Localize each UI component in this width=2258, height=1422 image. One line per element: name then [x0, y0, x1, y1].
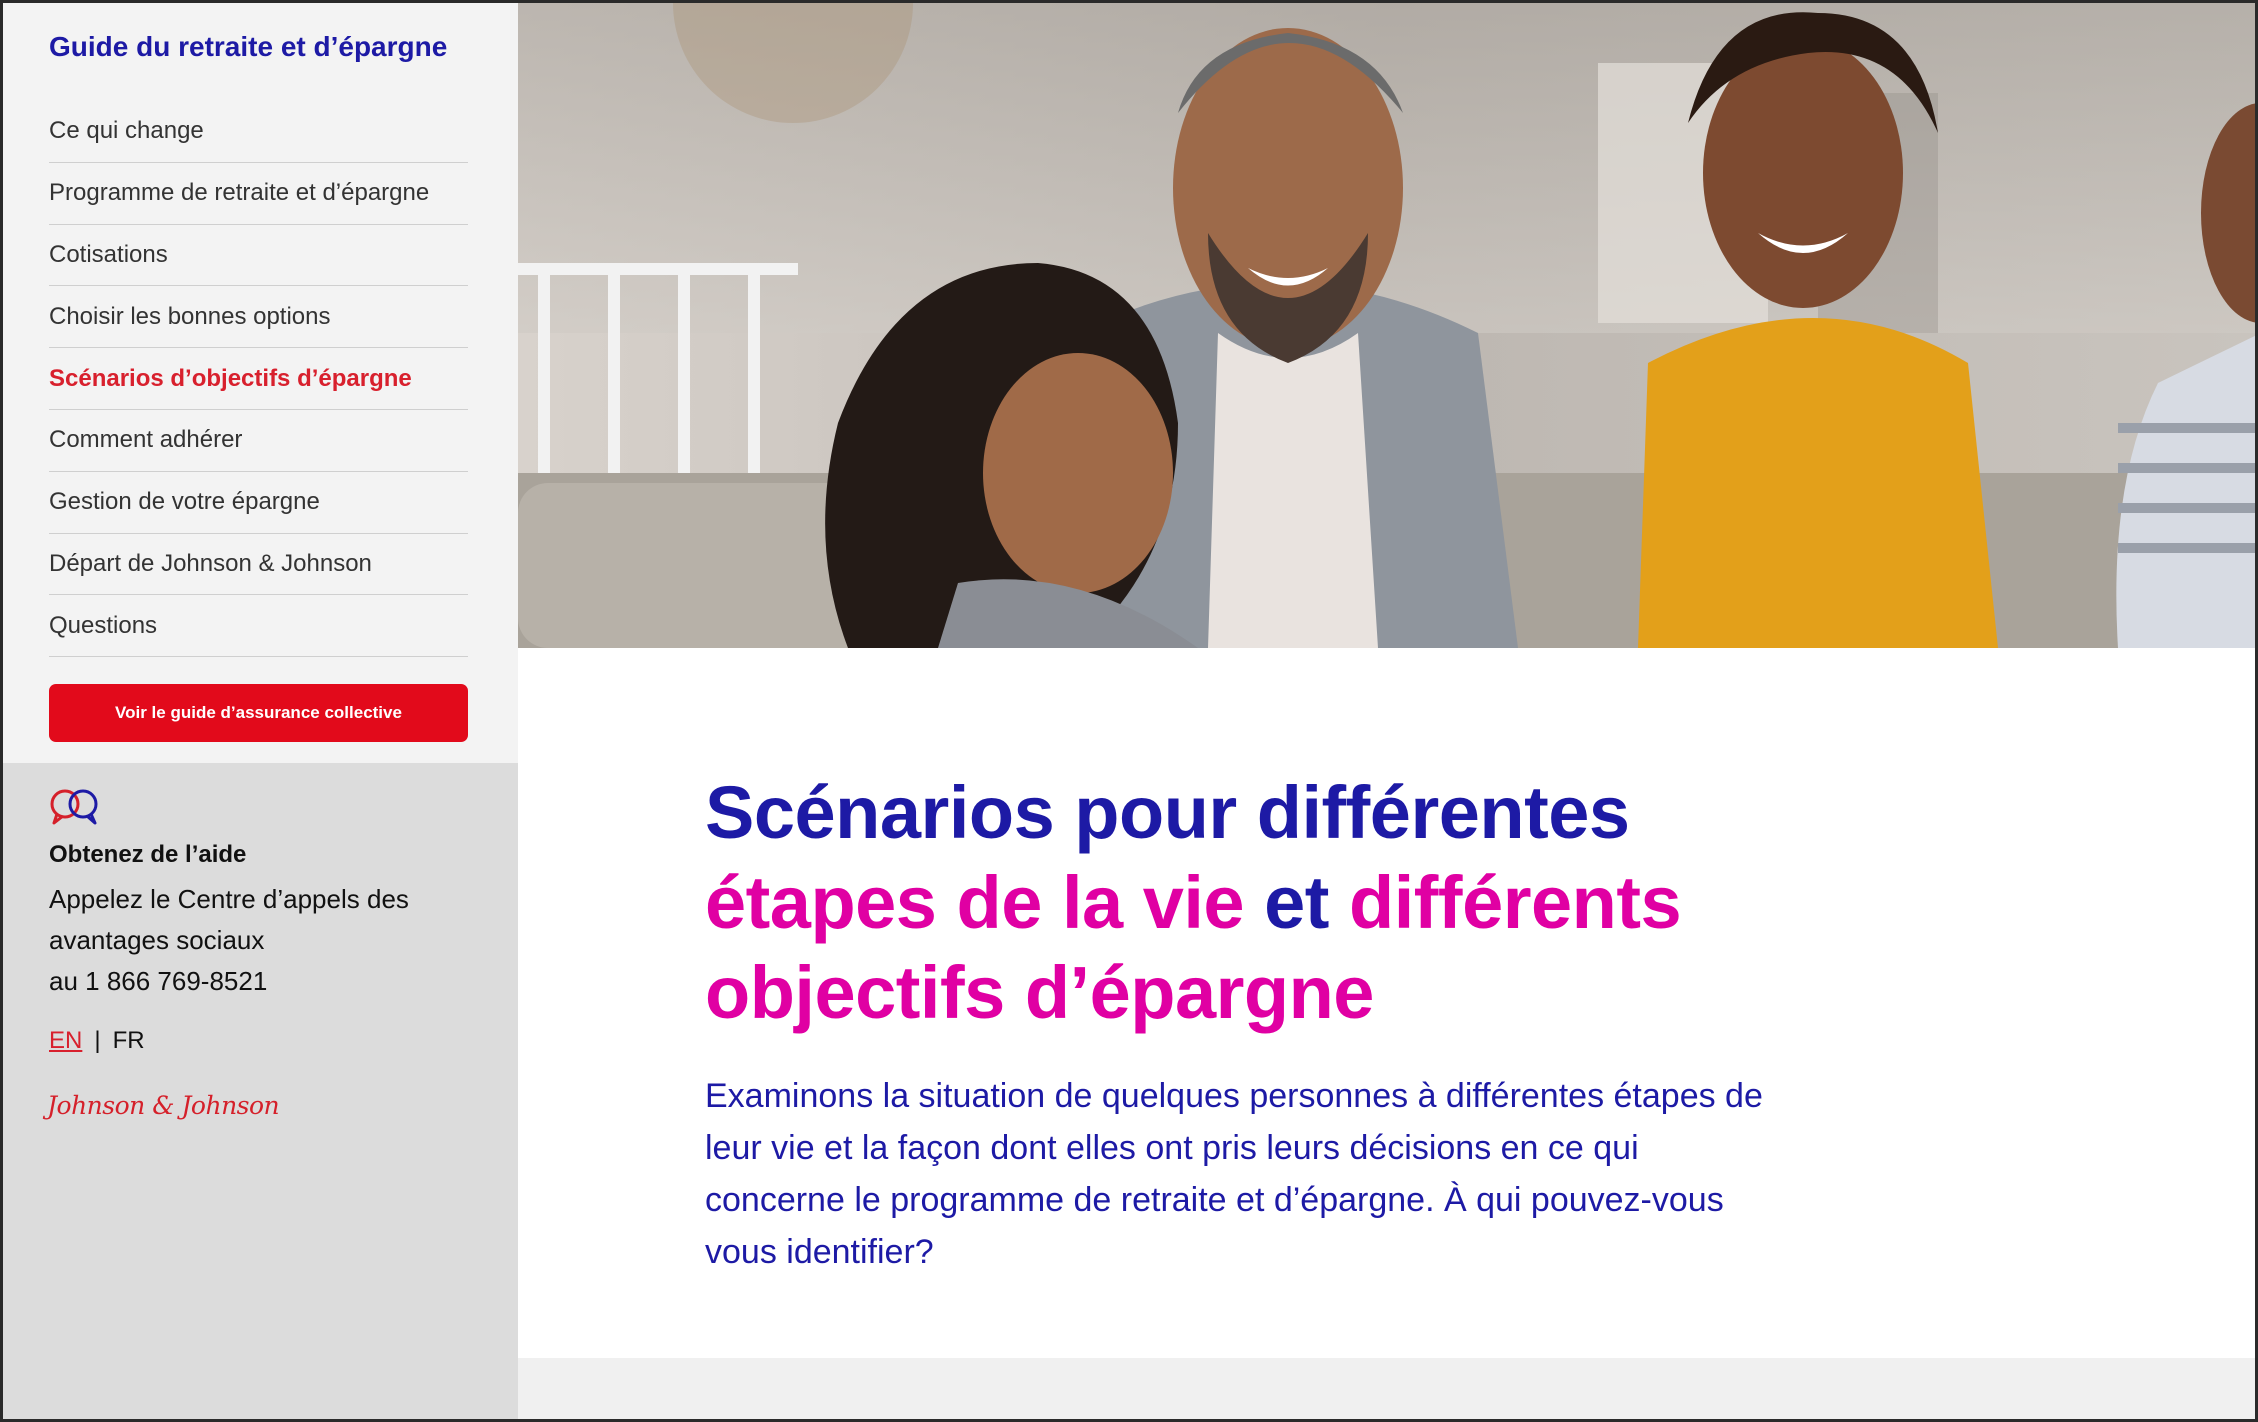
hero-image: [518, 3, 2255, 648]
help-phone[interactable]: au 1 866 769-8521: [49, 961, 489, 1002]
sidebar-nav-item[interactable]: Ce qui change: [49, 101, 468, 163]
sidebar-nav-item[interactable]: Comment adhérer: [49, 410, 468, 472]
intro-paragraph: Examinons la situation de quelques perso…: [705, 1077, 1763, 1271]
sidebar: Guide du retraite et d’épargne Ce qui ch…: [3, 3, 518, 1419]
headline-part-1: Scénarios pour différentes: [705, 771, 1630, 854]
language-switch: EN | FR: [49, 1027, 145, 1055]
page-headline: Scénarios pour différentes étapes de la …: [705, 768, 1805, 1038]
sidebar-nav-item[interactable]: Questions: [49, 595, 468, 658]
speech-bubbles-icon: [50, 789, 98, 825]
group-insurance-guide-button[interactable]: Voir le guide d’assurance collective: [49, 684, 468, 742]
sidebar-nav-item[interactable]: Départ de Johnson & Johnson: [49, 534, 468, 596]
help-line-2: avantages sociaux: [49, 925, 265, 955]
language-fr-link[interactable]: FR: [113, 1027, 145, 1054]
sidebar-nav-item[interactable]: Gestion de votre épargne: [49, 472, 468, 534]
help-text: Appelez le Centre d’appels des avantages…: [49, 879, 489, 1002]
help-title: Obtenez de l’aide: [49, 841, 247, 868]
sidebar-nav-item[interactable]: Programme de retraite et d’épargne: [49, 163, 468, 225]
language-en-link[interactable]: EN: [49, 1027, 82, 1054]
main-content: Scénarios pour différentes étapes de la …: [518, 648, 2255, 1358]
sidebar-nav: Ce qui change Programme de retraite et d’…: [49, 101, 468, 658]
guide-title[interactable]: Guide du retraite et d’épargne: [49, 31, 447, 63]
page: Guide du retraite et d’épargne Ce qui ch…: [0, 0, 2258, 1422]
next-section-band: [518, 1358, 2255, 1419]
brand-logo: Johnson & Johnson: [47, 1091, 280, 1120]
sidebar-nav-item[interactable]: Scénarios d’objectifs d’épargne: [49, 348, 468, 410]
help-line-1: Appelez le Centre d’appels des: [49, 884, 409, 914]
sidebar-nav-panel: Guide du retraite et d’épargne Ce qui ch…: [3, 3, 518, 763]
sidebar-nav-item[interactable]: Choisir les bonnes options: [49, 286, 468, 349]
headline-part-3: et: [1264, 861, 1329, 944]
sidebar-nav-item[interactable]: Cotisations: [49, 225, 468, 287]
headline-part-2: étapes de la vie: [705, 861, 1245, 944]
language-separator: |: [94, 1027, 101, 1054]
